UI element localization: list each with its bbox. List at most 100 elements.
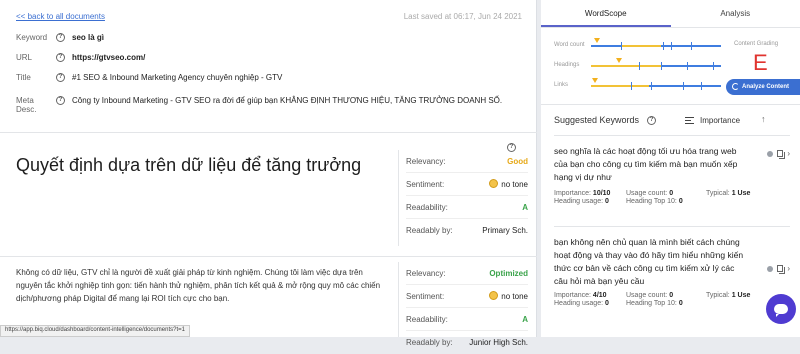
- heading-top10-stat: Heading Top 10: 0: [626, 300, 706, 307]
- chat-widget-button[interactable]: [766, 294, 796, 324]
- importance-stat: Importance: 10/10: [554, 190, 626, 197]
- sort-icon: [685, 117, 694, 124]
- keyword-card[interactable]: bạn không nên chủ quan là mình biết cách…: [554, 236, 790, 307]
- sentiment-row: Sentiment: no tone: [406, 173, 528, 196]
- relevancy-value: Good: [507, 157, 528, 166]
- keyword-row: Keyword ? seo là gì: [16, 33, 526, 42]
- importance-label: Importance:: [554, 190, 591, 197]
- typical-value: 1 Use: [732, 292, 751, 299]
- content-grade: E: [753, 50, 768, 76]
- readably-by-label: Readably by:: [406, 338, 453, 347]
- heading-top10-value: 0: [679, 300, 683, 307]
- gauge-tick: [651, 82, 652, 90]
- readability-label: Readability:: [406, 203, 448, 212]
- word-count-gauge: [591, 45, 721, 47]
- heading-usage-label: Heading usage:: [554, 300, 603, 307]
- neutral-face-icon: [489, 291, 498, 300]
- content-heading[interactable]: Quyết định dựa trên dữ liệu để tăng trưở…: [16, 155, 361, 176]
- divider: [554, 135, 790, 136]
- keyword-value[interactable]: seo là gì: [72, 33, 104, 42]
- importance-stat: Importance: 4/10: [554, 292, 626, 299]
- gauge-tick: [701, 82, 702, 90]
- help-icon[interactable]: ?: [56, 96, 65, 105]
- links-gauge-label: Links: [554, 82, 568, 88]
- title-value[interactable]: #1 SEO & Inbound Marketing Agency chuyên…: [72, 73, 282, 82]
- readably-by-value: Primary Sch.: [482, 226, 528, 235]
- sentiment-value-wrap: no tone: [489, 179, 528, 189]
- analyze-content-button[interactable]: Analyze Content: [726, 79, 800, 95]
- heading-top10-label: Heading Top 10:: [626, 198, 677, 205]
- help-icon[interactable]: ?: [56, 33, 65, 42]
- neutral-face-icon: [489, 179, 498, 188]
- copy-icon[interactable]: [777, 150, 783, 157]
- gauge-tick: [671, 42, 672, 50]
- readability-row: Readability: A: [406, 196, 528, 219]
- content-paragraph[interactable]: Không có dữ liệu, GTV chỉ là người đề xu…: [16, 266, 386, 305]
- sentiment-value: no tone: [501, 180, 528, 189]
- sort-selector[interactable]: Importance: [685, 116, 740, 125]
- links-gauge: [591, 85, 721, 87]
- gauge-tick: [631, 82, 632, 90]
- check-icon[interactable]: [767, 266, 773, 272]
- content-grading-label: Content Grading: [734, 41, 778, 47]
- tab-analysis[interactable]: Analysis: [671, 0, 800, 27]
- usage-stat: Usage count: 0: [626, 190, 706, 197]
- chevron-right-icon[interactable]: ›: [787, 264, 790, 273]
- sentiment-label: Sentiment:: [406, 180, 444, 189]
- keyword-text: seo nghĩa là các hoạt động tối ưu hóa tr…: [554, 145, 744, 184]
- divider: [0, 132, 537, 133]
- help-icon[interactable]: ?: [56, 53, 65, 62]
- meta-desc-row: Meta Desc. ? Công ty Inbound Marketing -…: [16, 96, 526, 114]
- keyword-actions: ›: [767, 264, 790, 273]
- relevancy-label: Relevancy:: [406, 269, 446, 278]
- divider: [541, 104, 800, 105]
- keyword-stats: Importance: 4/10 Usage count: 0 Typical:…: [554, 292, 790, 307]
- url-value[interactable]: https://gtvseo.com/: [72, 53, 145, 62]
- back-to-documents-link[interactable]: << back to all documents: [16, 12, 105, 21]
- panel-tabs: WordScope Analysis: [541, 0, 800, 28]
- suggested-keywords-header: Suggested Keywords ?: [554, 115, 663, 125]
- check-icon[interactable]: [767, 151, 773, 157]
- current-marker-icon: [616, 58, 622, 63]
- usage-stat: Usage count: 0: [626, 292, 706, 299]
- target-range: [621, 45, 661, 47]
- readability-label: Readability:: [406, 315, 448, 324]
- relevancy-row: Relevancy: Good: [406, 150, 528, 173]
- block2-scores: Relevancy:Optimized Sentiment:no tone Re…: [398, 262, 528, 354]
- sort-direction-arrow-icon[interactable]: ↑: [761, 114, 766, 124]
- tab-wordscope[interactable]: WordScope: [541, 0, 671, 27]
- readability-row: Readability: A: [406, 308, 528, 331]
- wordscope-panel: WordScope Analysis Word count Headings L…: [541, 0, 800, 337]
- typical-value: 1 Use: [732, 190, 751, 197]
- block1-scores: Relevancy: Good Sentiment: no tone Readabi…: [398, 150, 528, 242]
- readably-by-value: Junior High Sch.: [469, 338, 528, 347]
- refresh-icon: [732, 83, 739, 90]
- current-marker-icon: [594, 38, 600, 43]
- gauge-tick: [663, 42, 664, 50]
- gauge-tick: [639, 62, 640, 70]
- usage-value: 0: [669, 292, 673, 299]
- divider: [554, 226, 790, 227]
- heading-top10-stat: Heading Top 10: 0: [626, 198, 706, 205]
- headings-gauge-label: Headings: [554, 62, 579, 68]
- sentiment-label: Sentiment:: [406, 292, 444, 301]
- keyword-card[interactable]: seo nghĩa là các hoạt động tối ưu hóa tr…: [554, 145, 790, 205]
- readability-value: A: [522, 315, 528, 324]
- keyword-stats: Importance: 10/10 Usage count: 0 Typical…: [554, 190, 790, 205]
- heading-top10-label: Heading Top 10:: [626, 300, 677, 307]
- word-count-gauge-label: Word count: [554, 42, 585, 48]
- help-icon[interactable]: ?: [647, 116, 656, 125]
- chevron-right-icon[interactable]: ›: [787, 149, 790, 158]
- headings-gauge: [591, 65, 721, 67]
- sentiment-row: Sentiment:no tone: [406, 285, 528, 308]
- heading-usage-label: Heading usage:: [554, 198, 603, 205]
- sort-label: Importance: [700, 116, 740, 125]
- meta-desc-value[interactable]: Công ty Inbound Marketing - GTV SEO ra đ…: [72, 96, 502, 105]
- relevancy-row: Relevancy:Optimized: [406, 262, 528, 285]
- relevancy-label: Relevancy:: [406, 157, 446, 166]
- heading-usage-value: 0: [605, 300, 609, 307]
- help-icon[interactable]: ?: [56, 73, 65, 82]
- readability-value: A: [522, 203, 528, 212]
- gauge-tick: [691, 42, 692, 50]
- copy-icon[interactable]: [777, 265, 783, 272]
